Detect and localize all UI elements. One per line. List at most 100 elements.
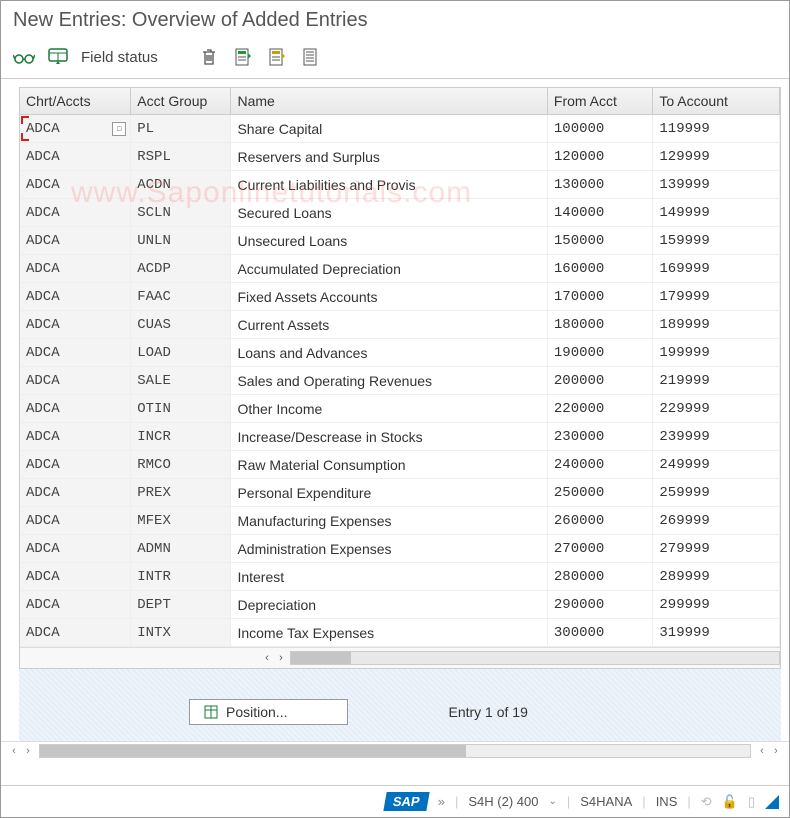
chrt-cell[interactable]: ADCA <box>20 507 131 535</box>
table-row[interactable]: ADCARMCORaw Material Consumption24000024… <box>20 451 780 479</box>
outer-scroll-left2-icon[interactable]: ‹ <box>755 745 769 757</box>
book-icon[interactable]: ▯ <box>748 794 755 810</box>
table-row[interactable]: ADCASCLNSecured Loans140000149999 <box>20 199 780 227</box>
grp-cell[interactable]: LOAD <box>131 339 231 367</box>
table-row[interactable]: ADCAUNLNUnsecured Loans150000159999 <box>20 227 780 255</box>
from-cell[interactable]: 180000 <box>547 311 652 339</box>
table-row[interactable]: ADCAINCRIncrease/Descrease in Stocks2300… <box>20 423 780 451</box>
table-row[interactable]: ADCAACDPAccumulated Depreciation16000016… <box>20 255 780 283</box>
grp-cell[interactable]: INTR <box>131 563 231 591</box>
table-row[interactable]: ADCA☐PLShare Capital100000119999 <box>20 115 780 143</box>
deselect-all-icon[interactable] <box>300 46 322 68</box>
chrt-cell[interactable]: ADCA <box>20 199 131 227</box>
to-cell[interactable]: 239999 <box>653 423 780 451</box>
to-cell[interactable]: 199999 <box>653 339 780 367</box>
outer-scroll-thumb[interactable] <box>40 745 466 757</box>
grp-cell[interactable]: SCLN <box>131 199 231 227</box>
scroll-left-icon[interactable]: ‹ <box>260 650 274 666</box>
to-cell[interactable]: 159999 <box>653 227 780 255</box>
from-cell[interactable]: 260000 <box>547 507 652 535</box>
grp-cell[interactable]: ACDN <box>131 171 231 199</box>
to-cell[interactable]: 249999 <box>653 451 780 479</box>
scroll-right-icon[interactable]: › <box>274 650 288 666</box>
outer-scroll-track[interactable] <box>39 744 751 758</box>
field-status-label[interactable]: Field status <box>81 49 158 66</box>
chrt-cell[interactable]: ADCA <box>20 591 131 619</box>
value-help-icon[interactable]: ☐ <box>112 122 126 136</box>
col-header-chrt[interactable]: Chrt/Accts <box>20 88 131 115</box>
to-cell[interactable]: 259999 <box>653 479 780 507</box>
grp-cell[interactable]: RSPL <box>131 143 231 171</box>
from-cell[interactable]: 250000 <box>547 479 652 507</box>
chrt-cell[interactable]: ADCA <box>20 423 131 451</box>
chrt-cell[interactable]: ADCA <box>20 143 131 171</box>
outer-scroll-right2-icon[interactable]: › <box>769 745 783 757</box>
from-cell[interactable]: 230000 <box>547 423 652 451</box>
select-all-icon[interactable] <box>232 46 254 68</box>
table-row[interactable]: ADCAINTXIncome Tax Expenses300000319999 <box>20 619 780 647</box>
table-row[interactable]: ADCAPREXPersonal Expenditure250000259999 <box>20 479 780 507</box>
glasses-icon[interactable] <box>13 46 35 68</box>
name-cell[interactable]: Reservers and Surplus <box>231 143 547 171</box>
from-cell[interactable]: 190000 <box>547 339 652 367</box>
name-cell[interactable]: Unsecured Loans <box>231 227 547 255</box>
to-cell[interactable]: 149999 <box>653 199 780 227</box>
to-cell[interactable]: 319999 <box>653 619 780 647</box>
name-cell[interactable]: Secured Loans <box>231 199 547 227</box>
from-cell[interactable]: 290000 <box>547 591 652 619</box>
name-cell[interactable]: Sales and Operating Revenues <box>231 367 547 395</box>
field-status-icon[interactable] <box>47 46 69 68</box>
table-row[interactable]: ADCAADMNAdministration Expenses270000279… <box>20 535 780 563</box>
outer-scroll-right-icon[interactable]: › <box>21 745 35 757</box>
name-cell[interactable]: Administration Expenses <box>231 535 547 563</box>
to-cell[interactable]: 279999 <box>653 535 780 563</box>
grp-cell[interactable]: ACDP <box>131 255 231 283</box>
chrt-cell[interactable]: ADCA <box>20 171 131 199</box>
from-cell[interactable]: 270000 <box>547 535 652 563</box>
expand-icon[interactable]: » <box>438 794 445 809</box>
chevron-down-icon[interactable]: ⌄ <box>548 796 556 807</box>
name-cell[interactable]: Interest <box>231 563 547 591</box>
grp-cell[interactable]: OTIN <box>131 395 231 423</box>
name-cell[interactable]: Personal Expenditure <box>231 479 547 507</box>
name-cell[interactable]: Loans and Advances <box>231 339 547 367</box>
outer-scroll-left-icon[interactable]: ‹ <box>7 745 21 757</box>
chrt-cell[interactable]: ADCA <box>20 451 131 479</box>
grp-cell[interactable]: DEPT <box>131 591 231 619</box>
from-cell[interactable]: 240000 <box>547 451 652 479</box>
table-row[interactable]: ADCARSPLReservers and Surplus12000012999… <box>20 143 780 171</box>
refresh-icon[interactable]: ⟲ <box>701 794 712 810</box>
table-row[interactable]: ADCACUASCurrent Assets180000189999 <box>20 311 780 339</box>
table-row[interactable]: ADCAMFEXManufacturing Expenses2600002699… <box>20 507 780 535</box>
to-cell[interactable]: 139999 <box>653 171 780 199</box>
name-cell[interactable]: Share Capital <box>231 115 547 143</box>
col-header-to[interactable]: To Account <box>653 88 780 115</box>
to-cell[interactable]: 119999 <box>653 115 780 143</box>
grp-cell[interactable]: ADMN <box>131 535 231 563</box>
chrt-cell[interactable]: ADCA <box>20 255 131 283</box>
col-header-name[interactable]: Name <box>231 88 547 115</box>
chrt-cell[interactable]: ADCA☐ <box>20 115 131 143</box>
name-cell[interactable]: Current Assets <box>231 311 547 339</box>
from-cell[interactable]: 200000 <box>547 367 652 395</box>
status-system[interactable]: S4H (2) 400 <box>468 794 538 809</box>
grp-cell[interactable]: PREX <box>131 479 231 507</box>
chrt-cell[interactable]: ADCA <box>20 395 131 423</box>
scroll-thumb[interactable] <box>291 652 351 664</box>
table-row[interactable]: ADCAFAACFixed Assets Accounts17000017999… <box>20 283 780 311</box>
table-row[interactable]: ADCAACDNCurrent Liabilities and Provis 13… <box>20 171 780 199</box>
name-cell[interactable]: Current Liabilities and Provis <box>231 171 547 199</box>
name-cell[interactable]: Depreciation <box>231 591 547 619</box>
to-cell[interactable]: 169999 <box>653 255 780 283</box>
grp-cell[interactable]: INTX <box>131 619 231 647</box>
grp-cell[interactable]: MFEX <box>131 507 231 535</box>
chrt-cell[interactable]: ADCA <box>20 479 131 507</box>
to-cell[interactable]: 129999 <box>653 143 780 171</box>
from-cell[interactable]: 160000 <box>547 255 652 283</box>
grp-cell[interactable]: PL <box>131 115 231 143</box>
from-cell[interactable]: 170000 <box>547 283 652 311</box>
name-cell[interactable]: Fixed Assets Accounts <box>231 283 547 311</box>
from-cell[interactable]: 150000 <box>547 227 652 255</box>
name-cell[interactable]: Income Tax Expenses <box>231 619 547 647</box>
delete-icon[interactable] <box>198 46 220 68</box>
